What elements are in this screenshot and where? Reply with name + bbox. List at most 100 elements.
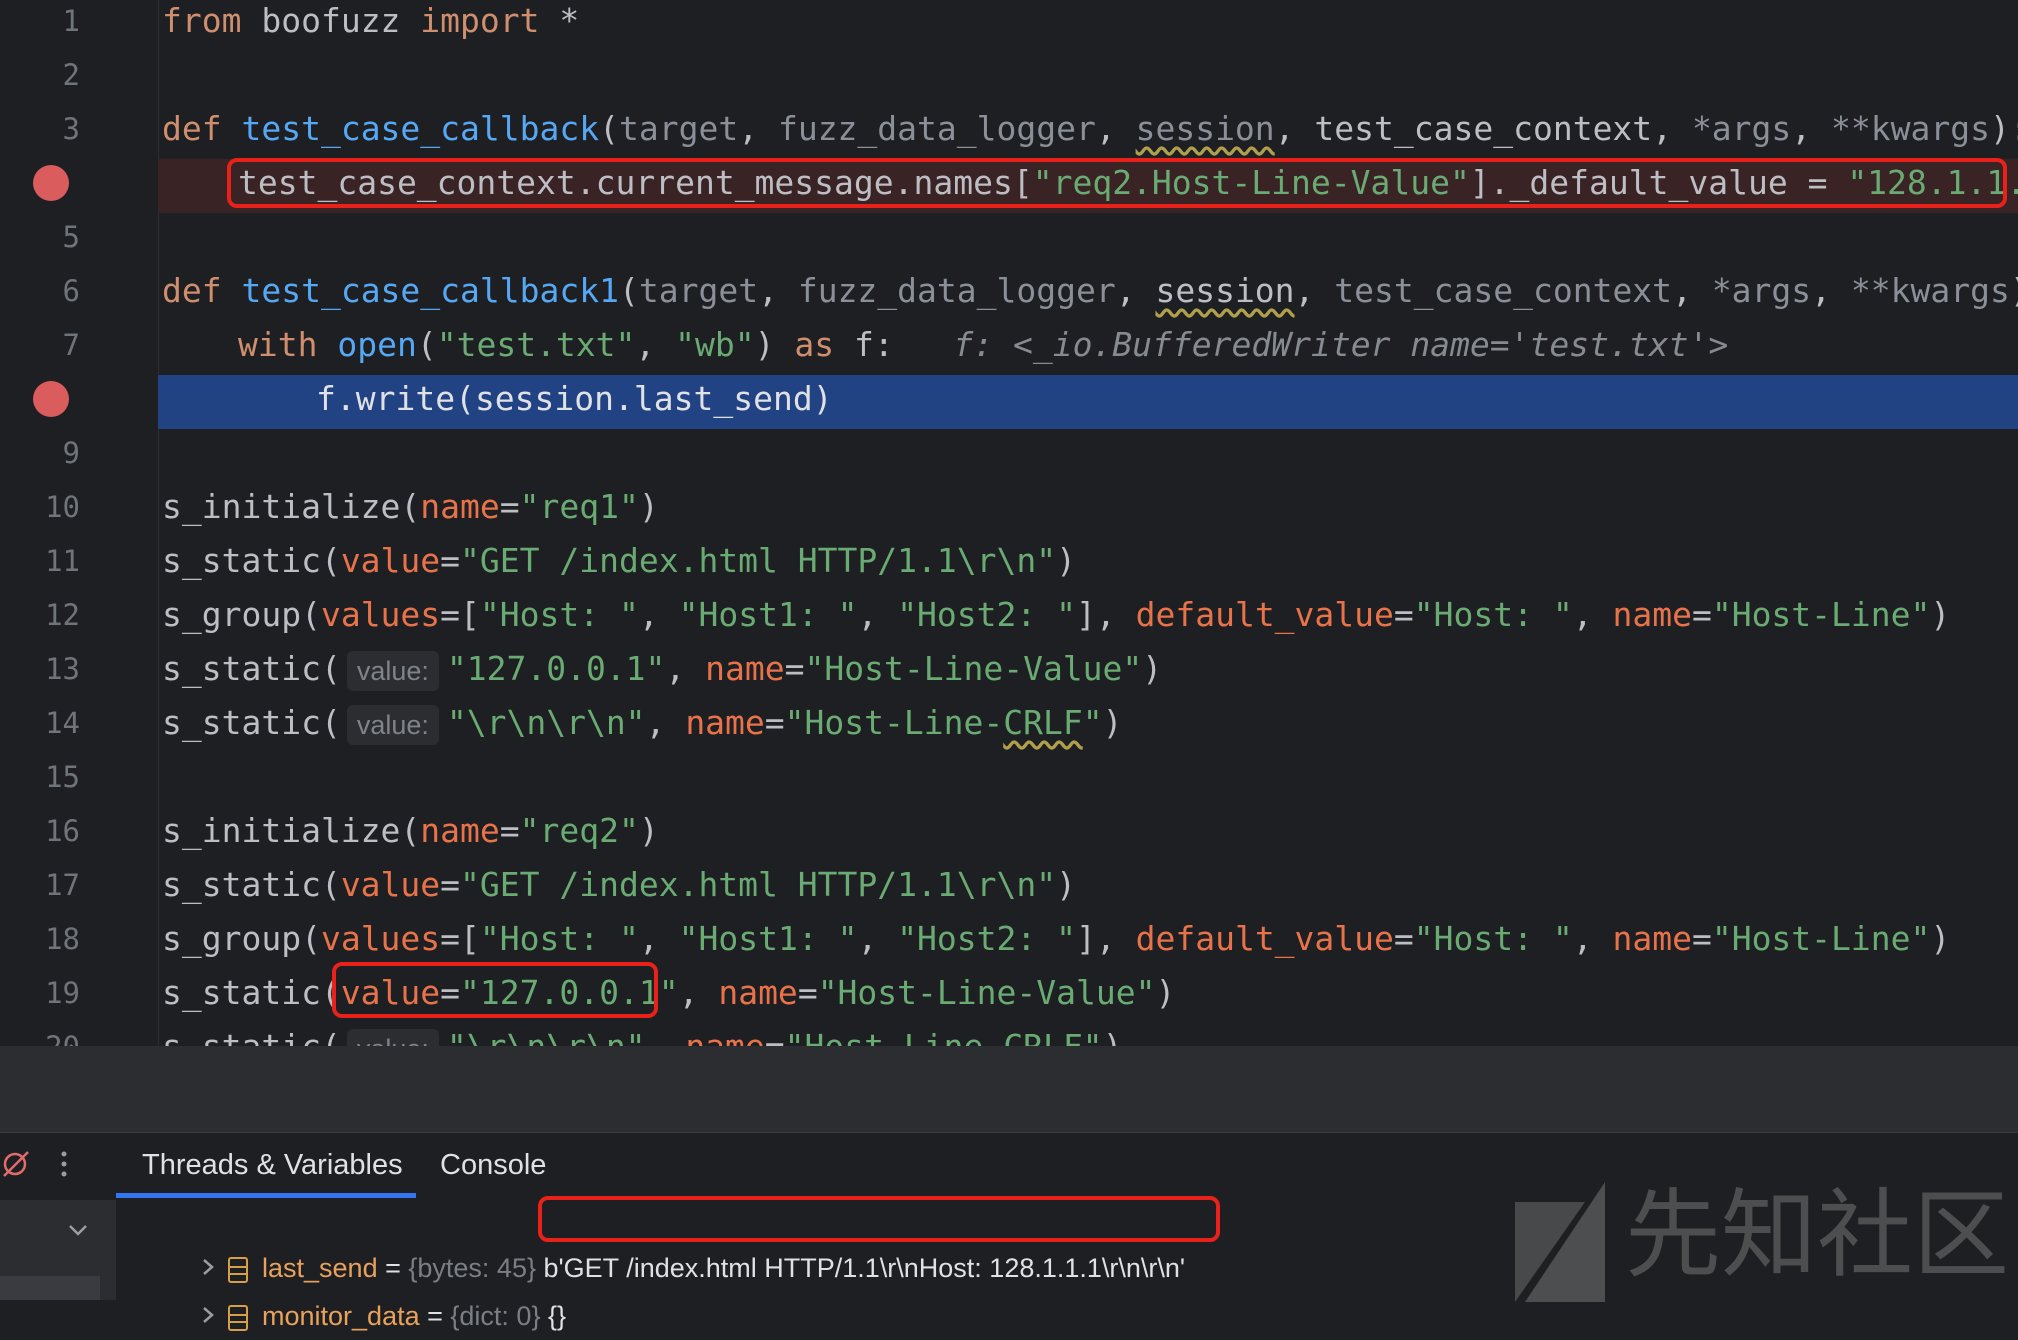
line-number: 20 xyxy=(0,1020,80,1046)
gutter-line[interactable]: 9 xyxy=(0,426,158,480)
gutter-line[interactable]: 15 xyxy=(0,750,158,804)
line-number: 6 xyxy=(62,274,80,308)
code-text: ) xyxy=(638,811,659,850)
gutter-line[interactable]: 19 xyxy=(0,966,158,1020)
gutter-line[interactable]: 13 xyxy=(0,642,158,696)
parameter: session xyxy=(1155,271,1295,310)
code-text: ) xyxy=(638,487,659,526)
string-literal: "127.0.0.1" xyxy=(446,649,666,688)
gutter-line[interactable]: 14 xyxy=(0,696,158,750)
string-literal: "Host-Line- xyxy=(784,703,1004,742)
variable-row[interactable]: monitor_data = {dict: 0} {} xyxy=(186,1244,566,1331)
string-literal: "Host: " xyxy=(479,919,639,958)
chevron-down-icon[interactable] xyxy=(68,1222,88,1241)
line-number: 3 xyxy=(62,112,80,146)
code-line[interactable]: f.write(session.last_send) xyxy=(316,372,2018,426)
string-literal: "GET /index.html HTTP/1.1\r\n" xyxy=(460,865,1057,904)
gutter-line[interactable]: 18 xyxy=(0,912,158,966)
mute-breakpoints-icon[interactable] xyxy=(2,1144,30,1192)
frames-sidebar[interactable] xyxy=(0,1200,116,1300)
code-line[interactable]: s_initialize(name="req2") xyxy=(162,804,2018,858)
code-editor[interactable]: 1 2 3 5 6 7 9 10 11 12 13 14 15 16 17 18… xyxy=(0,0,2018,1046)
more-options-icon[interactable] xyxy=(58,1144,70,1192)
code-line[interactable]: s_static(value: "127.0.0.1", name="Host-L… xyxy=(162,642,2018,696)
parameter: *args xyxy=(1691,109,1792,148)
gutter-line[interactable]: 7 xyxy=(0,318,158,372)
gutter-line[interactable]: 12 xyxy=(0,588,158,642)
code-line[interactable]: def test_case_callback(target, fuzz_data… xyxy=(162,102,2018,156)
gutter-line[interactable]: 20 xyxy=(0,1020,158,1046)
gutter-line[interactable]: 10 xyxy=(0,480,158,534)
gutter-line[interactable] xyxy=(0,372,158,426)
gutter-line[interactable]: 6 xyxy=(0,264,158,318)
frame-item[interactable] xyxy=(0,1276,100,1300)
code-text: ) xyxy=(1056,541,1076,580)
code-text: * xyxy=(539,1,580,40)
code-text: ): xyxy=(2010,271,2018,310)
code-text: boofuzz xyxy=(241,1,421,40)
string-literal: "GET /index.html HTTP/1.1\r\n" xyxy=(460,541,1057,580)
breakpoint-icon[interactable] xyxy=(33,381,69,417)
gutter-line[interactable]: 5 xyxy=(0,210,158,264)
code-line[interactable]: s_initialize(name="req1") xyxy=(162,480,2018,534)
code-line[interactable]: s_static(value="GET /index.html HTTP/1.1… xyxy=(162,534,2018,588)
keyword-argument: default_value xyxy=(1135,919,1394,958)
string-literal: "Host: " xyxy=(479,595,639,634)
code-text: ) xyxy=(1155,973,1176,1012)
variable-equals: = xyxy=(419,1301,451,1331)
keyword: def xyxy=(162,109,222,148)
variable-name: monitor_data xyxy=(262,1301,420,1331)
line-number: 12 xyxy=(45,598,80,632)
gutter-line[interactable] xyxy=(0,156,158,210)
gutter-line[interactable]: 16 xyxy=(0,804,158,858)
gutter-separator xyxy=(158,0,159,1046)
code-text: f: xyxy=(834,325,894,364)
parameter-hint: value: xyxy=(346,1028,439,1046)
tab-threads-variables[interactable]: Threads & Variables xyxy=(142,1132,403,1198)
watermark-logo-icon xyxy=(1515,1181,1605,1302)
function-call: s_initialize( xyxy=(162,487,421,526)
code-line[interactable]: s_group(values=["Host: ", "Host1: ", "Ho… xyxy=(162,912,2018,966)
gutter-line[interactable]: 11 xyxy=(0,534,158,588)
string-literal: "Host2: " xyxy=(897,595,1076,634)
code-text: ) xyxy=(1056,865,1076,904)
string-literal: "Host-Line-Value" xyxy=(804,649,1143,688)
line-number: 1 xyxy=(62,4,80,38)
string-literal: "\r\n\r\n" xyxy=(446,703,646,742)
parameter: fuzz_data_logger xyxy=(797,271,1116,310)
code-line[interactable]: s_static(value:"\r\n\r\n", name="Host-Li… xyxy=(162,696,2018,750)
tab-console[interactable]: Console xyxy=(440,1132,546,1198)
variable-value: {} xyxy=(547,1301,567,1331)
watermark-text: 先知社区 xyxy=(1625,1179,2009,1291)
parameter: fuzz_data_logger xyxy=(777,109,1096,148)
line-number: 13 xyxy=(45,652,80,686)
string-literal: "Host1: " xyxy=(678,595,858,634)
code-line[interactable]: with open("test.txt", "wb") as f: f: <_i… xyxy=(238,318,2018,372)
parameter: **kwargs xyxy=(1850,271,2010,310)
code-text: =[ xyxy=(440,595,480,634)
string-literal: "wb" xyxy=(675,325,755,364)
function-call: s_initialize( xyxy=(162,811,421,850)
code-line[interactable]: s_static(value:"\r\n\r\n", name="Host-Li… xyxy=(162,1020,2018,1046)
line-number: 14 xyxy=(45,706,80,740)
gutter-line[interactable]: 3 xyxy=(0,102,158,156)
string-literal: CRLF xyxy=(1003,703,1083,742)
breakpoint-icon[interactable] xyxy=(33,165,69,201)
annotation-highlight-box xyxy=(332,962,658,1018)
chevron-right-icon[interactable] xyxy=(186,1244,228,1340)
string-literal: "test.txt" xyxy=(436,325,636,364)
string-literal: "\r\n\r\n" xyxy=(447,1027,646,1046)
code-line[interactable]: s_group(values=["Host: ", "Host1: ", "Ho… xyxy=(162,588,2018,642)
string-literal: "Host2: " xyxy=(897,919,1076,958)
code-line[interactable]: s_static(value="GET /index.html HTTP/1.1… xyxy=(162,858,2018,912)
panel-splitter[interactable] xyxy=(0,1046,2018,1132)
gutter-line[interactable]: 17 xyxy=(0,858,158,912)
function-name: open xyxy=(337,325,417,364)
code-line[interactable]: def test_case_callback1(target, fuzz_dat… xyxy=(162,264,2018,318)
keyword-argument: default_value xyxy=(1135,595,1394,634)
gutter-line[interactable]: 2 xyxy=(0,48,158,102)
gutter-line[interactable]: 1 xyxy=(0,0,158,48)
line-number: 16 xyxy=(45,814,80,848)
parameter-hint: value: xyxy=(346,650,439,691)
code-line[interactable]: from boofuzz import * xyxy=(162,0,2018,48)
